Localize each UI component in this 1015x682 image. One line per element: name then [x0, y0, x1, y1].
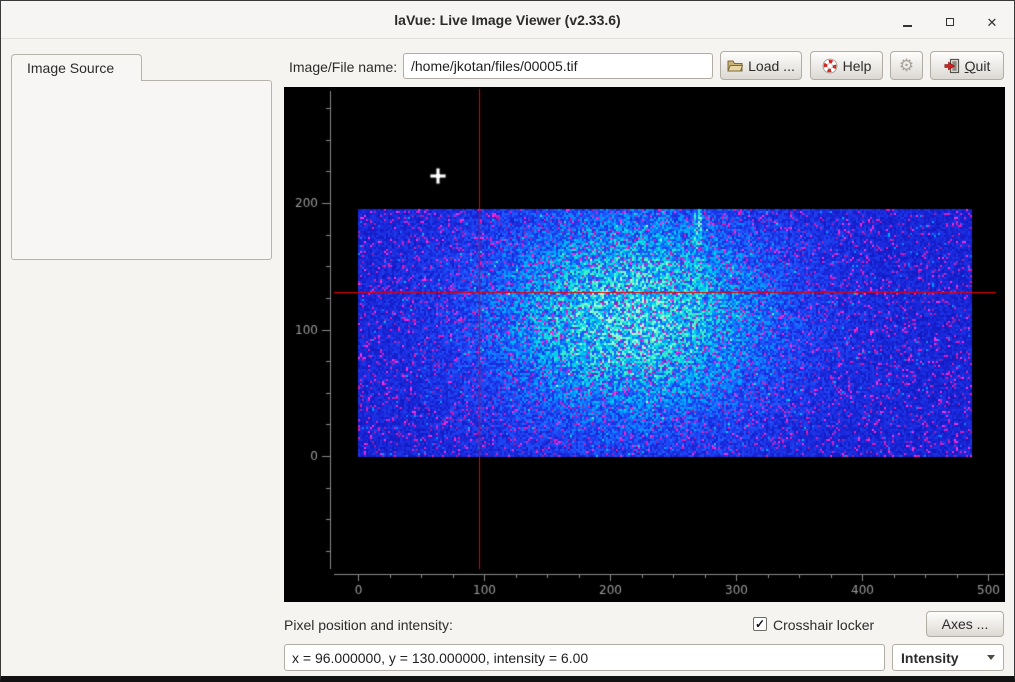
- folder-icon: [727, 59, 743, 73]
- quit-button[interactable]: Quit: [930, 51, 1004, 80]
- file-name-label: Image/File name:: [289, 59, 397, 75]
- load-button-label: Load ...: [748, 58, 795, 74]
- exit-door-icon: [944, 58, 960, 74]
- intensity-scaling-value: Intensity: [901, 650, 959, 666]
- file-name-input[interactable]: /home/jkotan/files/00005.tif: [403, 53, 713, 79]
- image-plot[interactable]: [284, 87, 1005, 602]
- close-button[interactable]: ✕: [982, 13, 1002, 31]
- lifebuoy-icon: [822, 58, 838, 74]
- minimize-button[interactable]: [897, 13, 917, 31]
- titlebar: laVue: Live Image Viewer (v2.33.6) ✕: [1, 1, 1014, 39]
- plot-canvas[interactable]: [284, 87, 1005, 602]
- minimize-icon: [903, 25, 912, 27]
- settings-button[interactable]: ⚙: [890, 51, 923, 80]
- load-button[interactable]: Load ...: [720, 51, 802, 80]
- pixel-position-input[interactable]: x = 96.000000, y = 130.000000, intensity…: [284, 644, 885, 671]
- crosshair-locker-label: Crosshair locker: [773, 617, 874, 633]
- help-button-label: Help: [843, 58, 872, 74]
- tab-image-source-label: Image Source: [27, 60, 114, 76]
- axes-button-label: Axes ...: [942, 616, 989, 632]
- image-source-frame: [11, 80, 272, 260]
- pixel-position-label: Pixel position and intensity:: [284, 617, 453, 633]
- window-title: laVue: Live Image Viewer (v2.33.6): [1, 12, 1014, 28]
- tab-image-source[interactable]: Image Source: [11, 54, 142, 81]
- maximize-icon: [946, 18, 954, 26]
- axes-button[interactable]: Axes ...: [926, 611, 1004, 637]
- app-window: laVue: Live Image Viewer (v2.33.6) ✕ Ima…: [0, 0, 1015, 682]
- pixel-position-value: x = 96.000000, y = 130.000000, intensity…: [292, 650, 588, 666]
- chevron-down-icon: [987, 655, 995, 660]
- quit-button-label: Quit: [965, 58, 991, 74]
- close-icon: ✕: [987, 16, 998, 29]
- file-name-value: /home/jkotan/files/00005.tif: [411, 58, 578, 74]
- crosshair-locker-checkbox[interactable]: ✓: [753, 617, 767, 631]
- intensity-scaling-combobox[interactable]: Intensity: [892, 644, 1004, 671]
- checkmark-icon: ✓: [755, 618, 765, 630]
- maximize-button[interactable]: [940, 13, 960, 31]
- gear-icon: ⚙: [899, 56, 914, 76]
- help-button[interactable]: Help: [810, 51, 883, 80]
